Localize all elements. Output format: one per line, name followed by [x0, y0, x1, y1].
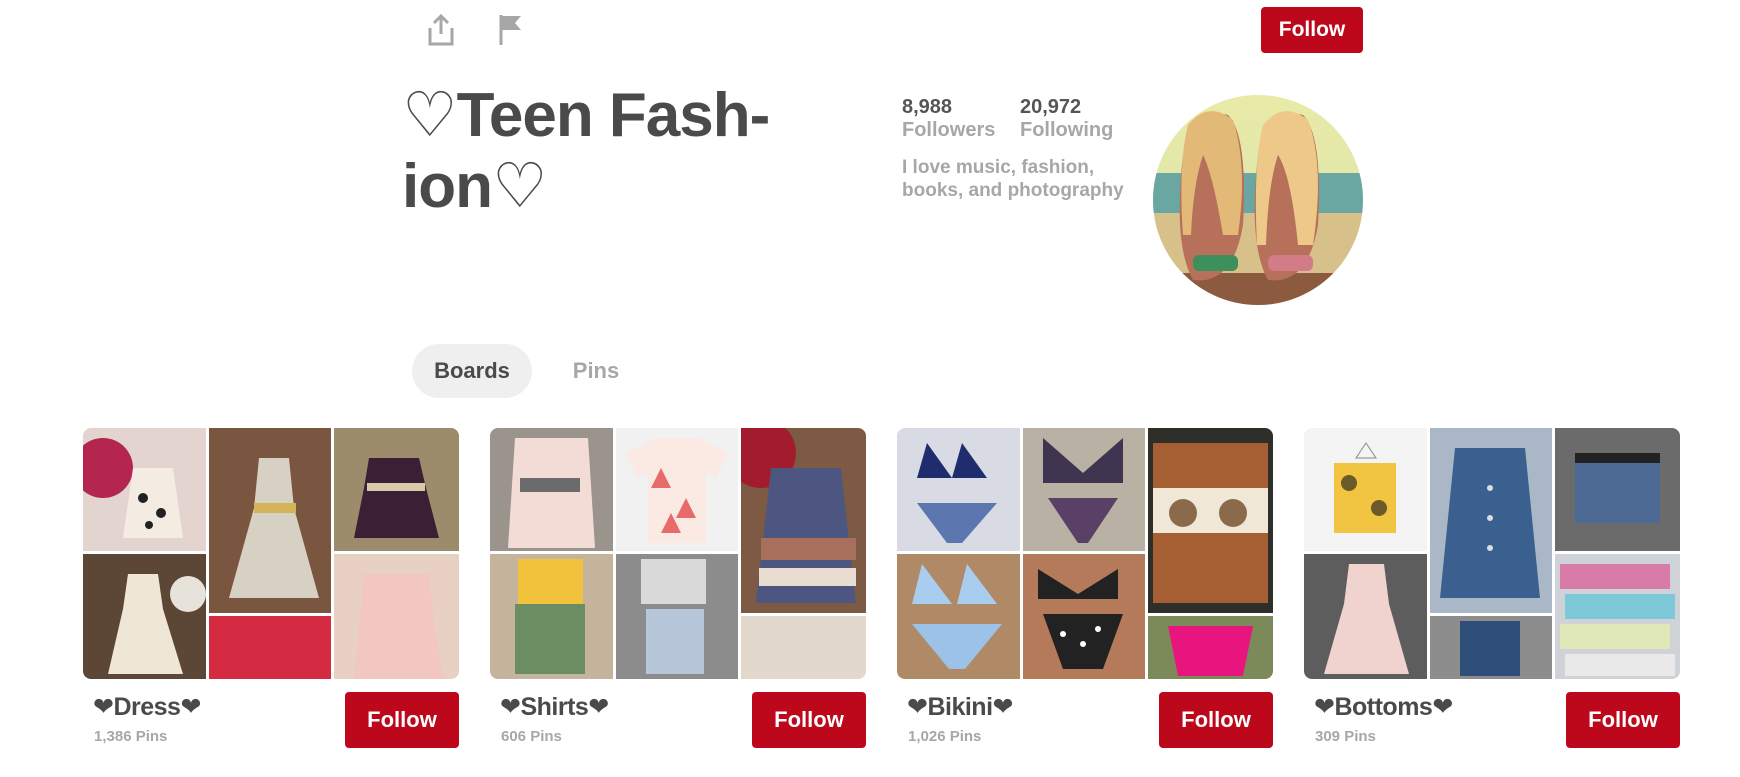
board-follow-button[interactable]: Follow	[345, 692, 459, 748]
pin-thumbnail	[741, 616, 866, 679]
pin-thumbnail	[83, 428, 206, 551]
board-title[interactable]: ❤Bikini❤	[907, 692, 1013, 722]
share-button[interactable]	[423, 12, 459, 48]
pin-thumbnail	[616, 428, 738, 551]
tab-boards[interactable]: Boards	[412, 344, 532, 398]
following-label: Following	[1020, 119, 1114, 141]
pin-thumbnail	[1304, 428, 1427, 551]
board-title[interactable]: ❤Shirts❤	[500, 692, 609, 722]
board-cover[interactable]	[897, 428, 1273, 679]
board-card[interactable]: ❤Bikini❤ 1,026 Pins Follow	[897, 428, 1273, 748]
board-pin-count: 309 Pins	[1315, 728, 1376, 745]
share-icon	[428, 13, 454, 46]
following-stat[interactable]: 20,972 Following	[1020, 96, 1113, 142]
board-card[interactable]: ❤Bottoms❤ 309 Pins Follow	[1304, 428, 1680, 748]
pin-thumbnail	[490, 428, 613, 551]
board-title[interactable]: ❤Dress❤	[93, 692, 201, 722]
profile-name: ♡Teen Fash- ion♡	[402, 81, 770, 221]
board-cover[interactable]	[83, 428, 459, 679]
board-title[interactable]: ❤Bottoms❤	[1314, 692, 1453, 722]
avatar	[1153, 95, 1363, 305]
pin-thumbnail	[897, 554, 1020, 679]
pin-thumbnail	[209, 428, 331, 613]
board-pin-count: 606 Pins	[501, 728, 562, 745]
tab-pins[interactable]: Pins	[550, 344, 642, 398]
pin-thumbnail	[490, 554, 613, 679]
followers-count: 8,988	[902, 96, 953, 118]
board-follow-button[interactable]: Follow	[1566, 692, 1680, 748]
pin-thumbnail	[1148, 428, 1273, 613]
board-follow-button[interactable]: Follow	[1159, 692, 1273, 748]
board-pin-count: 1,026 Pins	[908, 728, 982, 745]
pin-thumbnail	[83, 554, 206, 679]
following-count: 20,972	[1020, 96, 1082, 118]
pin-thumbnail	[616, 554, 738, 679]
pin-thumbnail	[334, 428, 459, 551]
board-pin-count: 1,386 Pins	[94, 728, 168, 745]
pin-thumbnail	[1430, 428, 1552, 613]
board-follow-button[interactable]: Follow	[752, 692, 866, 748]
flag-icon	[499, 15, 521, 45]
report-button[interactable]	[493, 12, 529, 48]
pin-thumbnail	[1555, 554, 1680, 679]
pin-thumbnail	[1304, 554, 1427, 679]
board-card[interactable]: ❤Dress❤ 1,386 Pins Follow	[83, 428, 459, 748]
followers-stat[interactable]: 8,988 Followers	[902, 96, 995, 142]
pin-thumbnail	[1023, 428, 1145, 551]
pin-thumbnail	[897, 428, 1020, 551]
pin-thumbnail	[1023, 554, 1145, 679]
board-card[interactable]: ❤Shirts❤ 606 Pins Follow	[490, 428, 866, 748]
pin-thumbnail	[726, 428, 866, 613]
pin-thumbnail	[1430, 616, 1552, 679]
pin-thumbnail	[1148, 616, 1273, 679]
board-cover[interactable]	[490, 428, 866, 679]
followers-label: Followers	[902, 119, 996, 141]
board-cover[interactable]	[1304, 428, 1680, 679]
pin-thumbnail	[334, 554, 459, 679]
profile-follow-button[interactable]: Follow	[1261, 7, 1363, 53]
pin-thumbnail	[209, 616, 331, 679]
pin-thumbnail	[1555, 428, 1680, 551]
profile-bio: I love music, fashion, books, and photog…	[902, 157, 1124, 201]
